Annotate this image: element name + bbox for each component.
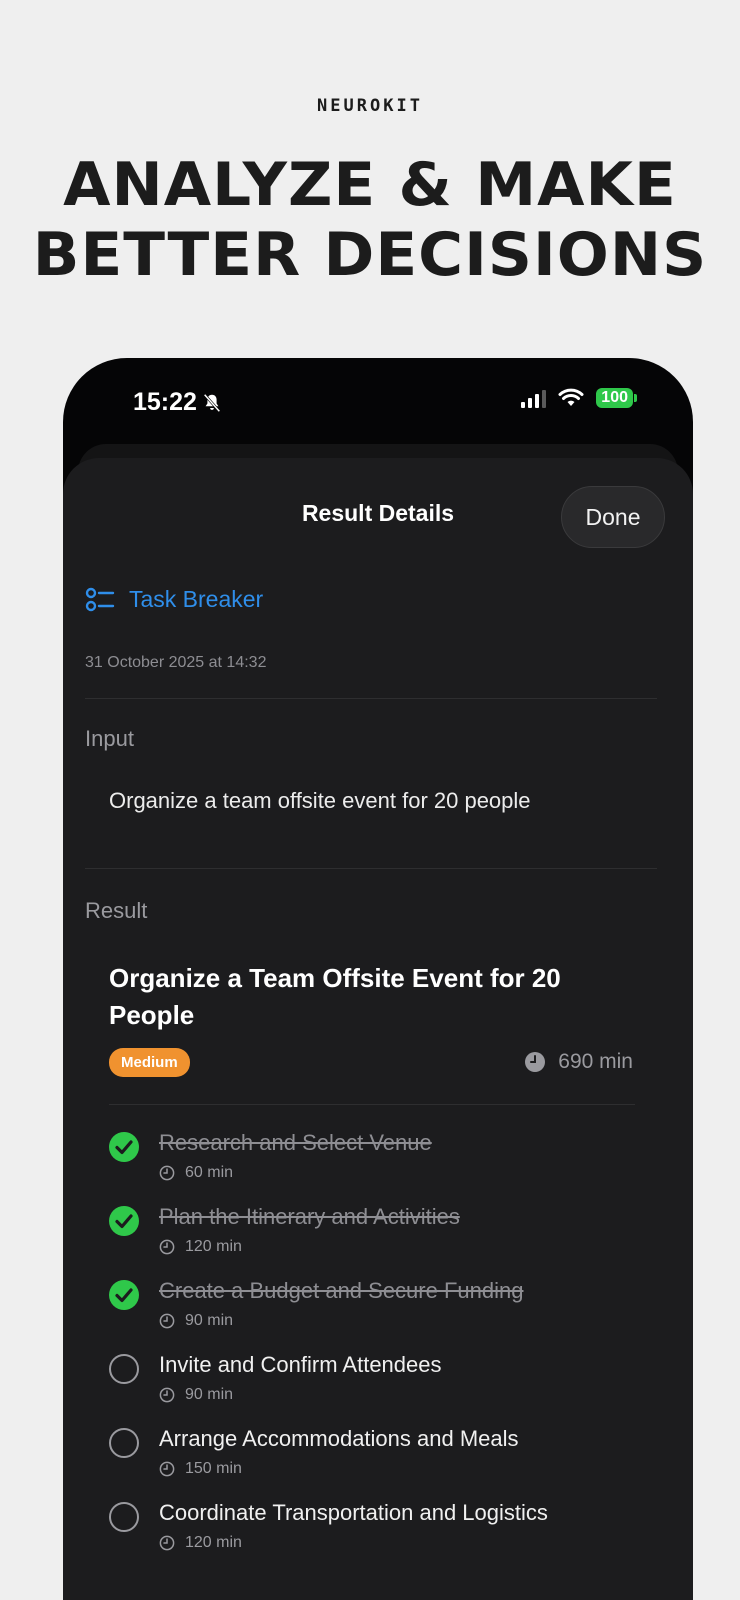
status-icons: 100 [521, 388, 637, 408]
task-duration: 90 min [159, 1312, 233, 1330]
task-duration-value: 150 min [185, 1460, 242, 1477]
tool-name: Task Breaker [129, 586, 264, 612]
empty-circle-icon[interactable] [109, 1354, 139, 1384]
clock-outline-icon [159, 1313, 175, 1329]
task-duration-value: 60 min [185, 1164, 234, 1181]
input-section-label: Input [85, 726, 134, 751]
task-duration-value: 90 min [185, 1312, 234, 1329]
clock-icon [525, 1052, 546, 1072]
wifi-icon [558, 388, 584, 406]
input-text: Organize a team offsite event for 20 peo… [109, 788, 531, 813]
task-name: Research and Select Venue [159, 1130, 432, 1155]
task-item[interactable]: Plan the Itinerary and Activities 120 min [109, 1200, 629, 1274]
headline: ANALYZE & MAKE BETTER DECISIONS [0, 150, 740, 290]
headline-line-1: ANALYZE & MAKE [63, 150, 677, 220]
divider [109, 1104, 635, 1105]
cellular-signal-icon [521, 388, 547, 408]
task-name: Invite and Confirm Attendees [159, 1352, 442, 1377]
task-name: Arrange Accommodations and Meals [159, 1426, 519, 1451]
task-duration: 120 min [159, 1534, 242, 1552]
task-duration-value: 90 min [185, 1386, 234, 1403]
task-duration: 120 min [159, 1238, 242, 1256]
task-duration: 90 min [159, 1386, 233, 1404]
phone-frame: 15:22 100 Result Details Done Task Break… [63, 358, 693, 1600]
checkmark-circle-icon[interactable] [109, 1280, 139, 1310]
tool-header: Task Breaker [85, 586, 263, 613]
result-section-label: Result [85, 898, 148, 923]
headline-line-2: BETTER DECISIONS [32, 220, 708, 290]
task-item[interactable]: Invite and Confirm Attendees 90 min [109, 1348, 629, 1422]
status-time: 15:22 [133, 388, 197, 416]
done-button[interactable]: Done [561, 486, 665, 548]
clock-outline-icon [159, 1239, 175, 1255]
task-item[interactable]: Coordinate Transportation and Logistics 1… [109, 1496, 629, 1570]
result-title: Organize a Team Offsite Event for 20 Peo… [109, 963, 561, 1030]
task-name: Plan the Itinerary and Activities [159, 1204, 460, 1229]
task-list: Research and Select Venue 60 min Plan the … [109, 1126, 629, 1570]
clock-outline-icon [159, 1165, 175, 1181]
task-duration-value: 120 min [185, 1238, 242, 1255]
clock-outline-icon [159, 1535, 175, 1551]
empty-circle-icon[interactable] [109, 1428, 139, 1458]
priority-badge: Medium [109, 1048, 190, 1077]
checkmark-circle-icon[interactable] [109, 1132, 139, 1162]
divider [85, 698, 657, 699]
task-item[interactable]: Arrange Accommodations and Meals 150 min [109, 1422, 629, 1496]
task-item[interactable]: Create a Budget and Secure Funding 90 min [109, 1274, 629, 1348]
result-details-sheet: Result Details Done Task Breaker 31 Octo… [63, 458, 693, 1600]
clock-outline-icon [159, 1387, 175, 1403]
list-checks-icon [85, 587, 115, 611]
task-duration: 150 min [159, 1460, 242, 1478]
task-name: Coordinate Transportation and Logistics [159, 1500, 548, 1525]
result-timestamp: 31 October 2025 at 14:32 [85, 654, 267, 671]
total-time: 690 min [524, 1050, 633, 1074]
empty-circle-icon[interactable] [109, 1502, 139, 1532]
task-duration-value: 120 min [185, 1534, 242, 1551]
bell-muted-icon [203, 393, 221, 412]
clock-outline-icon [159, 1461, 175, 1477]
total-time-value: 690 min [558, 1050, 633, 1073]
status-time-group: 15:22 [133, 388, 223, 417]
checkmark-circle-icon[interactable] [109, 1206, 139, 1236]
task-name: Create a Budget and Secure Funding [159, 1278, 524, 1303]
battery-level: 100 [596, 388, 633, 408]
task-duration: 60 min [159, 1164, 233, 1182]
battery-icon: 100 [596, 388, 637, 408]
brand-name: NEUROKIT [317, 96, 423, 116]
task-item[interactable]: Research and Select Venue 60 min [109, 1126, 629, 1200]
divider [85, 868, 657, 869]
